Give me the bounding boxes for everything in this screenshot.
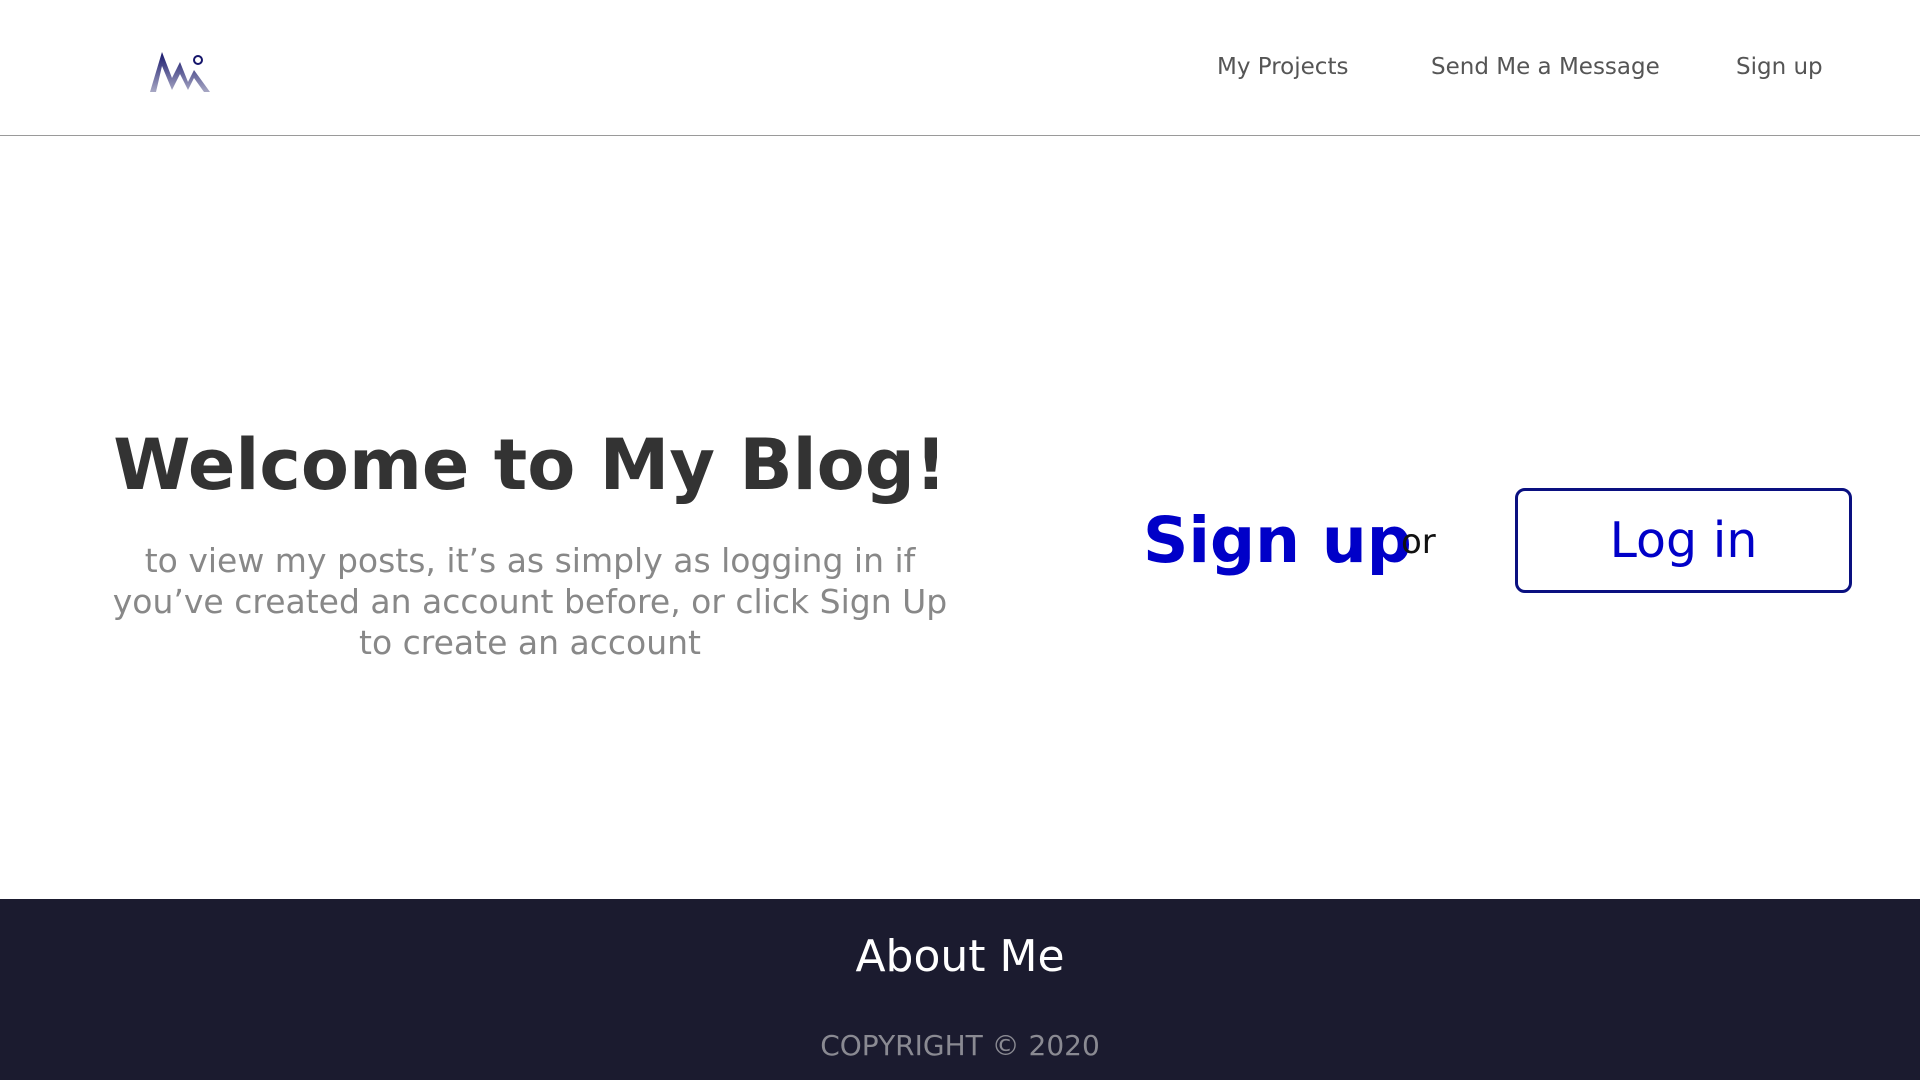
nav-link-sign-up[interactable]: Sign up (1736, 54, 1823, 80)
hero-subtitle: to view my posts, it’s as simply as logg… (112, 541, 948, 662)
navbar: My Projects Send Me a Message Sign up (0, 0, 1920, 136)
nav-link-my-projects[interactable]: My Projects (1217, 54, 1348, 80)
page-title: Welcome to My Blog! (113, 424, 947, 506)
mountain-logo-icon[interactable] (148, 48, 212, 96)
sign-up-link[interactable]: Sign up (1143, 504, 1412, 578)
about-me-link[interactable]: About Me (0, 931, 1920, 983)
hero-text: Welcome to My Blog! to view my posts, it… (100, 420, 960, 663)
copyright-text: COPYRIGHT © 2020 (820, 1029, 1100, 1062)
log-in-button[interactable]: Log in (1515, 488, 1852, 593)
or-separator: or (1401, 522, 1436, 562)
nav-link-send-message[interactable]: Send Me a Message (1431, 54, 1660, 80)
footer: About Me COPYRIGHT © 2020 (0, 899, 1920, 1080)
